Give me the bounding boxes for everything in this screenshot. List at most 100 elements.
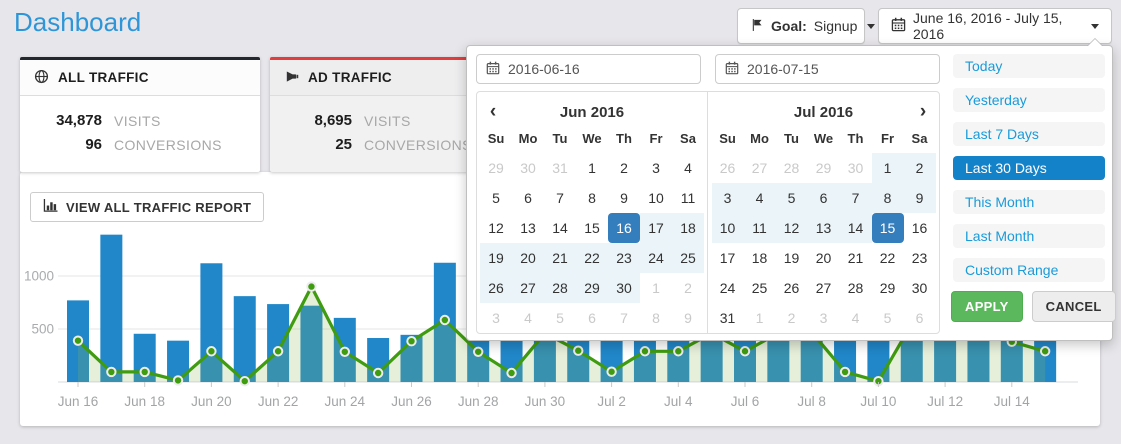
calendar-day-cell[interactable]: 1 (576, 153, 608, 183)
calendar-day-cell[interactable]: 30 (512, 153, 544, 183)
calendar-day-cell[interactable]: 4 (840, 303, 872, 333)
calendar-day-cell[interactable]: 12 (480, 213, 512, 243)
calendar-day-cell[interactable]: 26 (712, 153, 744, 183)
calendar-day-cell[interactable]: 6 (512, 183, 544, 213)
calendar-day-cell[interactable]: 20 (512, 243, 544, 273)
calendar-day-cell[interactable]: 28 (776, 153, 808, 183)
calendar-day-cell[interactable]: 22 (872, 243, 904, 273)
calendar-day-cell[interactable]: 17 (712, 243, 744, 273)
calendar-day-cell[interactable]: 18 (672, 213, 704, 243)
start-date-input[interactable]: 2016-06-16 (476, 54, 701, 84)
calendar-day-cell[interactable]: 29 (872, 273, 904, 303)
calendar-day-cell[interactable]: 3 (480, 303, 512, 333)
calendar-day-cell[interactable]: 3 (808, 303, 840, 333)
calendar-day-cell[interactable]: 7 (840, 183, 872, 213)
date-range-dropdown-button[interactable]: June 16, 2016 - July 15, 2016 (878, 8, 1112, 44)
goal-dropdown-button[interactable]: Goal: Signup (737, 8, 865, 44)
calendar-day-cell[interactable]: 16 (608, 213, 640, 243)
calendar-day-cell[interactable]: 21 (544, 243, 576, 273)
calendar-day-cell[interactable]: 30 (904, 273, 936, 303)
cancel-button[interactable]: CANCEL (1032, 291, 1116, 322)
calendar-day-cell[interactable]: 9 (608, 183, 640, 213)
calendar-day-cell[interactable]: 13 (808, 213, 840, 243)
calendar-day-cell[interactable]: 31 (544, 153, 576, 183)
calendar-day-cell[interactable]: 8 (872, 183, 904, 213)
calendar-day-cell[interactable]: 26 (480, 273, 512, 303)
preset-range-yesterday[interactable]: Yesterday (953, 88, 1105, 112)
preset-range-last-month[interactable]: Last Month (953, 224, 1105, 248)
calendar-day-cell[interactable]: 15 (576, 213, 608, 243)
calendar-day-cell[interactable]: 27 (808, 273, 840, 303)
calendar-day-cell[interactable]: 6 (904, 303, 936, 333)
apply-button[interactable]: APPLY (951, 291, 1023, 322)
calendar-day-cell[interactable]: 11 (744, 213, 776, 243)
calendar-day-cell[interactable]: 20 (808, 243, 840, 273)
calendar-day-cell[interactable]: 2 (608, 153, 640, 183)
preset-range-this-month[interactable]: This Month (953, 190, 1105, 214)
calendar-day-cell[interactable]: 6 (576, 303, 608, 333)
calendar-day-cell[interactable]: 25 (744, 273, 776, 303)
calendar-day-cell[interactable]: 9 (672, 303, 704, 333)
calendar-day-cell[interactable]: 18 (744, 243, 776, 273)
calendar-day-cell[interactable]: 2 (904, 153, 936, 183)
calendar-day-cell[interactable]: 12 (776, 213, 808, 243)
calendar-day-cell[interactable]: 8 (576, 183, 608, 213)
prev-month-icon[interactable]: ‹ (480, 99, 506, 125)
calendar-day-cell[interactable]: 2 (776, 303, 808, 333)
calendar-day-cell[interactable]: 3 (712, 183, 744, 213)
calendar-day-cell[interactable]: 1 (872, 153, 904, 183)
calendar-day-cell[interactable]: 29 (480, 153, 512, 183)
calendar-day-cell[interactable]: 9 (904, 183, 936, 213)
calendar-day-cell[interactable]: 6 (808, 183, 840, 213)
calendar-day-cell[interactable]: 8 (640, 303, 672, 333)
calendar-day-cell[interactable]: 4 (672, 153, 704, 183)
preset-range-today[interactable]: Today (953, 54, 1105, 78)
preset-range-last-7-days[interactable]: Last 7 Days (953, 122, 1105, 146)
calendar-day-cell[interactable]: 24 (640, 243, 672, 273)
calendar-day-cell[interactable]: 28 (544, 273, 576, 303)
calendar-day-cell[interactable]: 30 (840, 153, 872, 183)
calendar-day-cell[interactable]: 23 (904, 243, 936, 273)
calendar-day-cell[interactable]: 13 (512, 213, 544, 243)
next-month-icon[interactable]: › (910, 99, 936, 125)
calendar-day-cell[interactable]: 5 (872, 303, 904, 333)
view-all-traffic-report-button[interactable]: VIEW ALL TRAFFIC REPORT (30, 192, 264, 222)
calendar-day-cell[interactable]: 7 (544, 183, 576, 213)
calendar-day-cell[interactable]: 27 (744, 153, 776, 183)
calendar-day-cell[interactable]: 3 (640, 153, 672, 183)
calendar-day-cell[interactable]: 4 (512, 303, 544, 333)
calendar-day-cell[interactable]: 16 (904, 213, 936, 243)
calendar-day-cell[interactable]: 4 (744, 183, 776, 213)
calendar-day-cell[interactable]: 1 (640, 273, 672, 303)
calendar-day-cell[interactable]: 10 (640, 183, 672, 213)
calendar-day-cell[interactable]: 27 (512, 273, 544, 303)
calendar-day-cell[interactable]: 10 (712, 213, 744, 243)
calendar-day-cell[interactable]: 19 (776, 243, 808, 273)
calendar-day-cell[interactable]: 17 (640, 213, 672, 243)
calendar-day-cell[interactable]: 5 (480, 183, 512, 213)
all-traffic-card[interactable]: ALL TRAFFIC 34,878 VISITS 96 CONVERSIONS (20, 57, 260, 172)
calendar-day-cell[interactable]: 22 (576, 243, 608, 273)
calendar-day-cell[interactable]: 25 (672, 243, 704, 273)
calendar-day-cell[interactable]: 7 (608, 303, 640, 333)
calendar-day-cell[interactable]: 30 (608, 273, 640, 303)
preset-range-last-30-days[interactable]: Last 30 Days (953, 156, 1105, 180)
calendar-day-cell[interactable]: 14 (840, 213, 872, 243)
preset-range-custom-range[interactable]: Custom Range (953, 258, 1105, 282)
calendar-day-cell[interactable]: 23 (608, 243, 640, 273)
calendar-day-cell[interactable]: 29 (808, 153, 840, 183)
calendar-day-cell[interactable]: 2 (672, 273, 704, 303)
calendar-day-cell[interactable]: 19 (480, 243, 512, 273)
calendar-day-cell[interactable]: 24 (712, 273, 744, 303)
calendar-day-cell[interactable]: 29 (576, 273, 608, 303)
calendar-day-cell[interactable]: 21 (840, 243, 872, 273)
calendar-day-cell[interactable]: 5 (544, 303, 576, 333)
calendar-day-cell[interactable]: 1 (744, 303, 776, 333)
calendar-day-cell[interactable]: 5 (776, 183, 808, 213)
calendar-day-cell[interactable]: 28 (840, 273, 872, 303)
calendar-day-cell[interactable]: 14 (544, 213, 576, 243)
end-date-input[interactable]: 2016-07-15 (715, 54, 940, 84)
calendar-day-cell[interactable]: 15 (872, 213, 904, 243)
calendar-day-cell[interactable]: 11 (672, 183, 704, 213)
calendar-day-cell[interactable]: 31 (712, 303, 744, 333)
